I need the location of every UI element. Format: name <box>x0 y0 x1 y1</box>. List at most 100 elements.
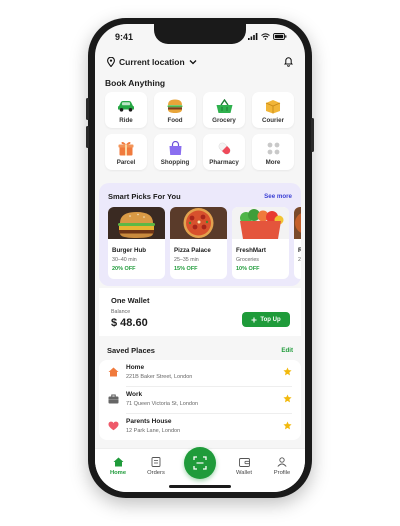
service-label: Food <box>167 117 183 124</box>
pick-card-partial[interactable]: R 2 <box>294 207 301 279</box>
signal-icon <box>248 33 258 40</box>
service-tile-food[interactable]: Food <box>154 92 196 128</box>
box-icon <box>265 99 281 113</box>
see-more-link[interactable]: See more <box>264 193 292 200</box>
nav-label: Orders <box>147 470 165 476</box>
wallet-title: One Wallet <box>111 296 150 305</box>
plus-icon <box>251 317 257 322</box>
pick-card-pizza-palace[interactable]: Pizza Palace 25–35 min 15% OFF <box>170 207 227 279</box>
food-photo <box>294 207 301 239</box>
saved-place-work[interactable]: Work 71 Queen Victoria St, London <box>99 387 301 413</box>
phone-power-button <box>311 118 314 152</box>
smart-picks-title: Smart Picks For You <box>108 192 181 201</box>
top-up-label: Top Up <box>260 316 281 323</box>
service-label: More <box>265 159 281 166</box>
pick-card-freshmart[interactable]: FreshMart Groceries 10% OFF <box>232 207 289 279</box>
basket-icon <box>216 98 232 113</box>
burger-photo <box>108 207 165 239</box>
star-icon[interactable] <box>283 367 292 376</box>
service-tile-ride[interactable]: Ride <box>105 92 147 128</box>
place-name: Work <box>126 391 143 398</box>
pick-card-subtitle: 2 <box>298 257 301 263</box>
service-label: Shopping <box>160 159 190 166</box>
wallet-icon <box>238 458 250 467</box>
pick-card-name: Pizza Palace <box>174 247 211 254</box>
service-grid: Ride Food Grocery Courier Parcel Shoppin… <box>105 92 295 170</box>
service-label: Ride <box>119 117 133 124</box>
saved-places-header: Saved Places Edit <box>107 346 293 356</box>
pill-icon <box>218 142 230 154</box>
grid-dots-icon <box>267 142 279 154</box>
pick-card-discount: 15% OFF <box>174 266 198 272</box>
bottom-nav-bar: Home Orders Wallet Profile <box>95 447 305 492</box>
nav-wallet[interactable]: Wallet <box>226 457 262 476</box>
service-label: Parcel <box>116 159 136 166</box>
place-address: 12 Park Lane, London <box>126 428 181 434</box>
nav-profile[interactable]: Profile <box>264 457 300 476</box>
home-indicator <box>169 485 231 488</box>
pick-card-discount: 10% OFF <box>236 266 260 272</box>
app-screen: 9:41 Current location Book Anything Ride… <box>95 24 305 492</box>
saved-place-parents-house[interactable]: Parents House 12 Park Lane, London <box>99 414 301 440</box>
saved-places-title: Saved Places <box>107 346 155 355</box>
pick-card-name: FreshMart <box>236 247 266 254</box>
nav-orders[interactable]: Orders <box>138 457 174 476</box>
wallet-card: One Wallet Balance $ 48.60 Top Up <box>99 288 301 336</box>
top-up-button[interactable]: Top Up <box>242 312 290 327</box>
status-bar: 9:41 <box>95 32 305 46</box>
burger-icon <box>167 99 183 113</box>
pick-card-subtitle: 30–40 min <box>112 257 137 263</box>
battery-icon <box>273 33 287 40</box>
location-selector[interactable]: Current location <box>107 54 293 70</box>
service-tile-grocery[interactable]: Grocery <box>203 92 245 128</box>
saved-places-list: Home 221B Baker Street, London Work 71 Q… <box>99 360 301 440</box>
saved-place-home[interactable]: Home 221B Baker Street, London <box>99 360 301 386</box>
service-label: Pharmacy <box>209 159 239 166</box>
balance-label: Balance <box>111 309 131 315</box>
status-time: 9:41 <box>115 32 134 42</box>
service-tile-shopping[interactable]: Shopping <box>154 134 196 170</box>
location-pin-icon <box>107 57 115 67</box>
pick-card-subtitle: Groceries <box>236 257 259 263</box>
place-address: 71 Queen Victoria St, London <box>126 401 199 407</box>
place-name: Home <box>126 364 145 371</box>
pick-card-name: Burger Hub <box>112 247 147 254</box>
nav-home[interactable]: Home <box>100 457 136 476</box>
status-icons <box>248 33 287 40</box>
pick-card-subtitle: 25–35 min <box>174 257 199 263</box>
service-tile-courier[interactable]: Courier <box>252 92 294 128</box>
place-name: Parents House <box>126 418 172 425</box>
service-tile-more[interactable]: More <box>252 134 294 170</box>
phone-side-button <box>86 126 89 148</box>
nav-label: Home <box>109 470 127 476</box>
phone-side-button <box>86 98 89 120</box>
pizza-photo <box>170 207 227 239</box>
pick-card-discount: 20% OFF <box>112 266 136 272</box>
receipt-icon <box>151 457 161 467</box>
home-icon <box>108 367 119 377</box>
scan-icon <box>193 456 207 470</box>
pick-card-name: R <box>298 247 301 254</box>
service-label: Grocery <box>212 117 236 124</box>
current-location-label: Current location <box>119 57 185 67</box>
shopping-bag-icon <box>169 140 181 155</box>
balance-value: $ 48.60 <box>111 317 148 329</box>
bell-icon[interactable] <box>284 56 293 67</box>
smart-picks-section: Smart Picks For You See more Burger Hub … <box>99 183 301 286</box>
wifi-icon <box>261 33 270 40</box>
service-label: Courier <box>261 117 284 124</box>
pick-card-burger-hub[interactable]: Burger Hub 30–40 min 20% OFF <box>108 207 165 279</box>
book-anything-title: Book Anything <box>105 78 166 88</box>
heart-icon <box>108 421 119 431</box>
picks-carousel[interactable]: Burger Hub 30–40 min 20% OFF Pizza Palac… <box>108 207 301 279</box>
nav-label: Wallet <box>236 470 252 476</box>
nav-label: Profile <box>273 470 291 476</box>
star-icon[interactable] <box>283 421 292 430</box>
service-tile-pharmacy[interactable]: Pharmacy <box>203 134 245 170</box>
edit-link[interactable]: Edit <box>281 347 293 354</box>
chevron-down-icon <box>189 60 197 65</box>
profile-icon <box>277 457 287 467</box>
scan-qr-button[interactable] <box>184 447 216 479</box>
service-tile-parcel[interactable]: Parcel <box>105 134 147 170</box>
star-icon[interactable] <box>283 394 292 403</box>
